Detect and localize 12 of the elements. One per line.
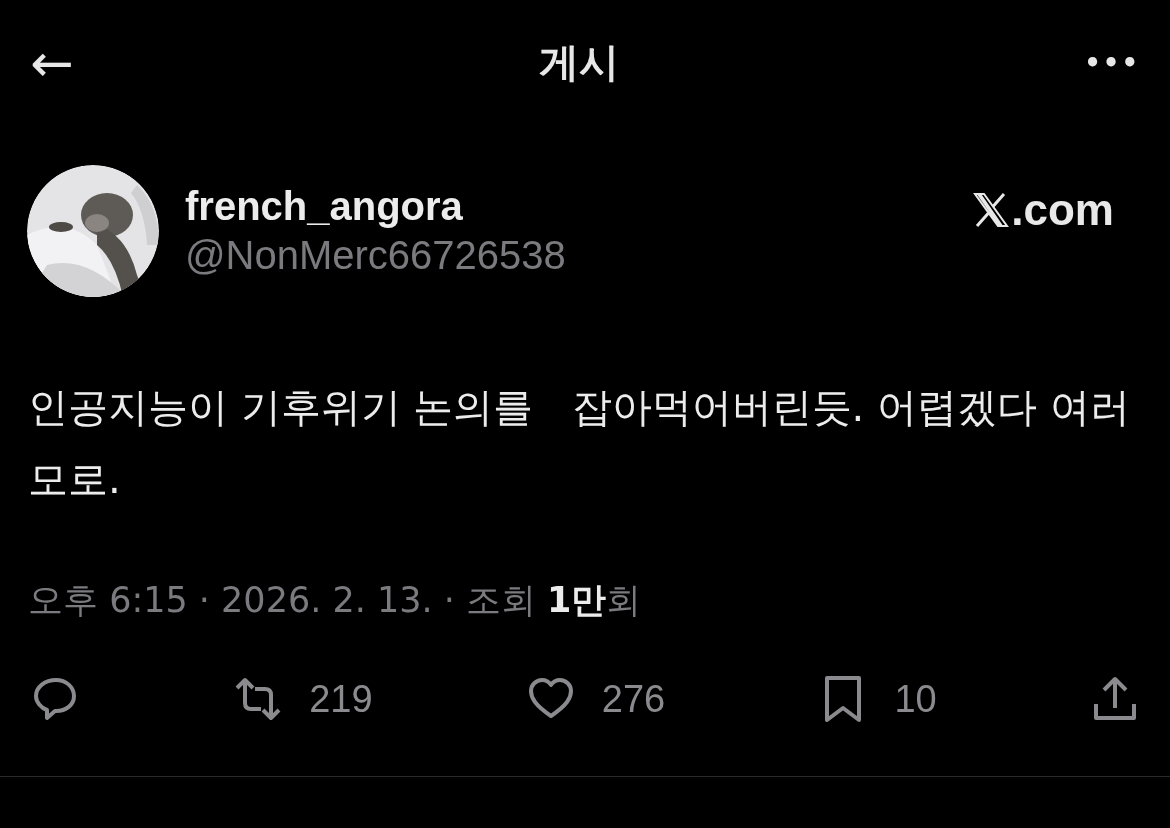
back-button[interactable]: ← (30, 36, 74, 89)
action-count: 10 (894, 677, 937, 721)
user-handle: @NonMerc66726538 (185, 233, 567, 278)
more-button[interactable]: ••• (1084, 47, 1140, 78)
action-count: 219 (309, 677, 373, 721)
action-count: 276 (601, 677, 666, 721)
post-text: 인공지능이 기후위기 논의를 잡아먹어버린듯. 어렵겠다 여러모로. (28, 383, 1130, 504)
page-title: 게시 (538, 38, 619, 87)
post-meta: 오후 6:15 · 2026. 2. 13. · 조회 1만회 (28, 579, 643, 622)
x-logo-icon (973, 193, 1010, 227)
source-text: .com (1011, 185, 1114, 235)
user-name[interactable]: french_angora (185, 184, 974, 229)
